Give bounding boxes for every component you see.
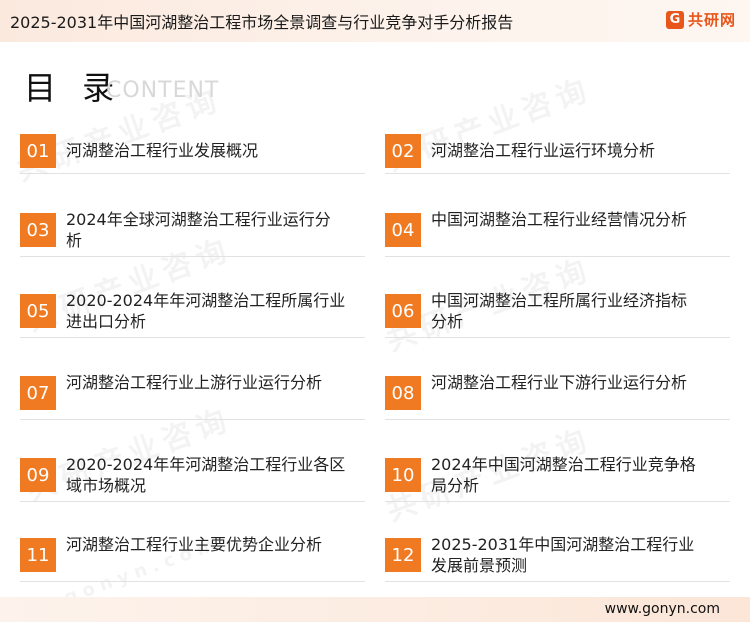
toc-item[interactable]: 06 中国河湖整治工程所属行业经济指标分析 — [385, 287, 730, 338]
toc-item-label: 河湖整治工程行业上游行业运行分析 — [66, 373, 323, 392]
toc-item-number: 07 — [20, 376, 56, 410]
toc-item-label: 河湖整治工程行业发展概况 — [66, 141, 259, 160]
toc-item-label: 河湖整治工程行业下游行业运行分析 — [431, 373, 688, 392]
report-title: 2025-2031年中国河湖整治工程市场全景调查与行业竞争对手分析报告 — [10, 13, 514, 32]
logo-icon: G — [665, 10, 684, 29]
toc-item-label: 河湖整治工程行业主要优势企业分析 — [66, 535, 323, 554]
toc-item[interactable]: 12 2025-2031年中国河湖整治工程行业发展前景预测 — [385, 531, 730, 582]
toc-item-number: 02 — [385, 134, 421, 168]
toc-item[interactable]: 03 2024年全球河湖整治工程行业运行分析 — [20, 206, 365, 257]
toc-item[interactable]: 10 2024年中国河湖整治工程行业竞争格局分析 — [385, 451, 730, 502]
toc-item-number: 04 — [385, 213, 421, 247]
toc-item-label: 2020-2024年年河湖整治工程行业各区域市场概况 — [66, 455, 346, 495]
footer-url: www.gonyn.com — [604, 601, 720, 617]
brand-logo: G 共研网 — [665, 9, 736, 30]
toc-item-label: 2024年全球河湖整治工程行业运行分析 — [66, 210, 331, 250]
toc-item-number: 10 — [385, 458, 421, 492]
toc-item-number: 08 — [385, 376, 421, 410]
toc-item-number: 01 — [20, 134, 56, 168]
toc-item-number: 03 — [20, 213, 56, 247]
toc-item-label: 2020-2024年年河湖整治工程所属行业进出口分析 — [66, 291, 346, 331]
toc-item[interactable]: 04 中国河湖整治工程行业经营情况分析 — [385, 206, 730, 257]
toc-item[interactable]: 05 2020-2024年年河湖整治工程所属行业进出口分析 — [20, 287, 365, 338]
toc-item-number: 12 — [385, 538, 421, 572]
toc-item-label: 中国河湖整治工程行业经营情况分析 — [431, 210, 688, 229]
toc-item-number: 11 — [20, 538, 56, 572]
toc-item-number: 06 — [385, 294, 421, 328]
toc-item[interactable]: 01 河湖整治工程行业发展概况 — [20, 131, 365, 174]
toc-item-number: 05 — [20, 294, 56, 328]
logo-text: 共研网 — [687, 11, 736, 29]
toc-item-label: 2025-2031年中国河湖整治工程行业发展前景预测 — [431, 535, 695, 575]
toc-item-label: 2024年中国河湖整治工程行业竞争格局分析 — [431, 455, 696, 495]
toc-item[interactable]: 08 河湖整治工程行业下游行业运行分析 — [385, 369, 730, 420]
toc-item-label: 中国河湖整治工程所属行业经济指标分析 — [431, 291, 688, 331]
toc-item[interactable]: 09 2020-2024年年河湖整治工程行业各区域市场概况 — [20, 451, 365, 502]
toc-item-number: 09 — [20, 458, 56, 492]
toc-subheading: CONTENT — [106, 78, 220, 103]
toc-item[interactable]: 11 河湖整治工程行业主要优势企业分析 — [20, 531, 365, 582]
toc-item[interactable]: 07 河湖整治工程行业上游行业运行分析 — [20, 369, 365, 420]
toc-item[interactable]: 02 河湖整治工程行业运行环境分析 — [385, 131, 730, 174]
toc-item-label: 河湖整治工程行业运行环境分析 — [431, 141, 656, 160]
